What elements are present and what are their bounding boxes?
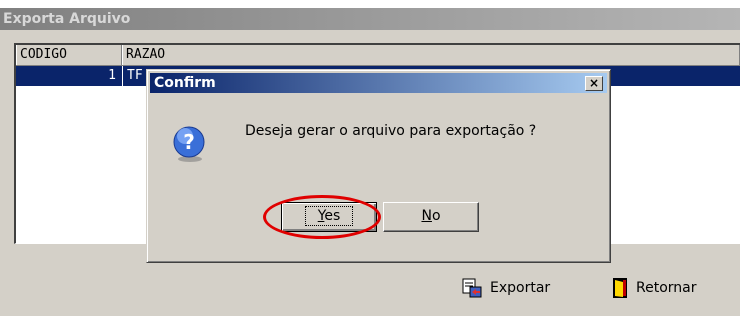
column-header-codigo[interactable]: CODIGO: [16, 45, 122, 65]
dialog-title-text: Confirm: [154, 75, 216, 91]
dialog-message: Deseja gerar o arquivo para exportação ?: [245, 123, 537, 139]
no-button[interactable]: No: [383, 202, 479, 232]
export-button[interactable]: Exportar: [462, 276, 550, 300]
return-label: Retornar: [636, 280, 697, 296]
cell-codigo: 1: [108, 68, 116, 83]
svg-text:?: ?: [183, 130, 195, 154]
cell-razao: TF: [122, 66, 143, 86]
question-icon: ?: [173, 126, 205, 162]
no-label: No: [421, 208, 441, 224]
confirm-dialog: Confirm × ? Deseja gerar o arquivo para …: [146, 69, 611, 263]
export-label: Exportar: [490, 280, 551, 296]
dialog-title: Confirm: [150, 73, 607, 93]
close-button[interactable]: ×: [585, 76, 603, 91]
return-button[interactable]: Retornar: [612, 276, 696, 300]
window-title: Exporta Arquivo: [0, 8, 740, 30]
top-strip: [0, 0, 740, 8]
export-icon: [462, 278, 482, 298]
door-exit-icon: [613, 278, 627, 298]
close-icon: ×: [588, 76, 600, 90]
column-header-razao[interactable]: RAZAO: [122, 45, 740, 65]
highlight-circle: [263, 195, 381, 239]
grid-header: CODIGO RAZAO: [16, 45, 740, 66]
